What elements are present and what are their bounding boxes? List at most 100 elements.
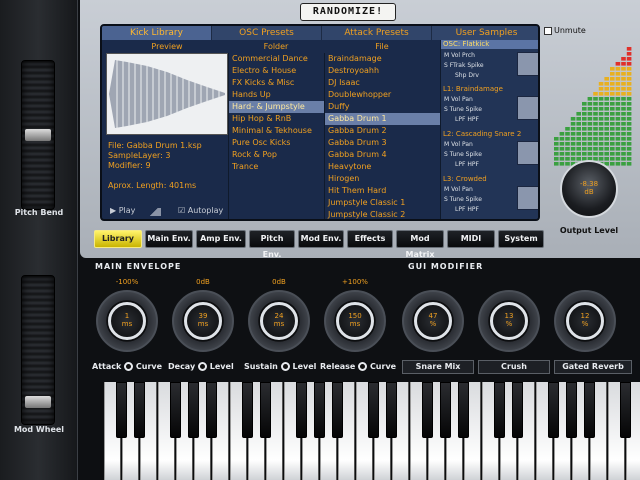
osc-row-1[interactable]: M Vol Prch [444,52,475,60]
black-key[interactable] [440,382,451,438]
env-knob-top-label: 0dB [272,278,286,286]
layer-2-row-3[interactable]: LPF HPF [455,161,479,169]
folder-item[interactable]: Hard- & Jumpstyle [229,101,324,113]
randomize-button[interactable]: RANDOMIZE! [300,3,396,21]
black-key[interactable] [548,382,559,438]
layer-2-title[interactable]: L2: Cascading Snare 2 [441,130,538,139]
file-item[interactable]: Heavytone [325,161,440,173]
black-key[interactable] [260,382,271,438]
layer-1-row-3[interactable]: LPF HPF [455,116,479,124]
nav-button-mod-matrix[interactable]: Mod Matrix [396,230,444,259]
modifier-knob[interactable]: 13% [478,290,540,352]
black-key[interactable] [584,382,595,438]
layer-2-row-2[interactable]: S Tune Spike [444,151,482,159]
black-key[interactable] [134,382,145,438]
osc-wave-thumbnail [517,52,538,76]
env-curve-control[interactable]: Attack Curve [92,362,162,371]
nav-button-mod-env[interactable]: Mod Env. [298,230,344,248]
black-key[interactable] [368,382,379,438]
file-item[interactable]: Gabba Drum 2 [325,125,440,137]
tab-kick-library[interactable]: Kick Library [102,26,212,40]
env-curve-control[interactable]: Sustain Level [244,362,316,371]
tab-user-samples[interactable]: User Samples [432,26,538,40]
black-key[interactable] [170,382,181,438]
output-level-meter [554,47,632,166]
folder-item[interactable]: Electro & House [229,65,324,77]
file-item[interactable]: Duffy [325,101,440,113]
modifier-knob[interactable]: 47% [402,290,464,352]
black-key[interactable] [494,382,505,438]
folder-item[interactable]: Commercial Dance [229,53,324,65]
black-key[interactable] [296,382,307,438]
black-key[interactable] [188,382,199,438]
mod-wheel[interactable] [21,275,55,425]
layer-3-row-1[interactable]: M Vol Pan [444,186,473,194]
black-key[interactable] [386,382,397,438]
folder-item[interactable]: Trance [229,161,324,173]
play-button[interactable]: ▶ Play [110,206,135,215]
black-key[interactable] [512,382,523,438]
osc-title[interactable]: OSC: Flatkick [441,40,538,49]
env-curve-control[interactable]: Release Curve [320,362,396,371]
layer-3-row-3[interactable]: LPF HPF [455,206,479,214]
tab-attack-presets[interactable]: Attack Presets [322,26,432,40]
layer-3-title[interactable]: L3: Crowded [441,175,538,184]
output-level-knob[interactable]: -8.38 dB [560,160,618,218]
black-key[interactable] [458,382,469,438]
file-item[interactable]: Destroyoahh [325,65,440,77]
preview-sample-layer: SampleLayer: 3 [108,151,171,160]
folder-item[interactable]: Pure Osc Kicks [229,137,324,149]
section-nav-bar: Library Main Env. Amp Env. Pitch Env. Mod En… [94,230,546,259]
tab-osc-presets[interactable]: OSC Presets [212,26,322,40]
black-key[interactable] [422,382,433,438]
file-item[interactable]: Jumpstyle Classic 2 [325,209,440,219]
black-key[interactable] [242,382,253,438]
black-key[interactable] [116,382,127,438]
layer-1-row-1[interactable]: M Vol Pan [444,96,473,104]
file-item[interactable]: Gabba Drum 4 [325,149,440,161]
black-key[interactable] [620,382,631,438]
env-knob[interactable]: 24 ms [248,290,310,352]
layer-3-row-2[interactable]: S Tune Spike [444,196,482,204]
nav-button-amp-env[interactable]: Amp Env. [196,230,246,248]
nav-button-effects[interactable]: Effects [347,230,393,248]
folder-item[interactable]: Rock & Pop [229,149,324,161]
black-key[interactable] [314,382,325,438]
preview-volume-slider[interactable] [147,208,161,216]
nav-button-pitch-env[interactable]: Pitch Env. [249,230,295,259]
folder-item[interactable]: Hip Hop & RnB [229,113,324,125]
black-key[interactable] [566,382,577,438]
folder-item[interactable]: Hands Up [229,89,324,101]
nav-button-midi[interactable]: MIDI [447,230,495,248]
file-item[interactable]: DJ Isaac [325,77,440,89]
folder-item[interactable]: Minimal & Tekhouse [229,125,324,137]
pitch-bend-wheel[interactable] [21,60,55,210]
layer-1-title[interactable]: L1: Braindamage [441,85,538,94]
env-knob[interactable]: 1 ms [96,290,158,352]
autoplay-toggle[interactable]: ☑ Autoplay [178,206,223,215]
file-item[interactable]: Hit Them Hard [325,185,440,197]
env-knob[interactable]: 39 ms [172,290,234,352]
nav-button-library[interactable]: Library [94,230,142,248]
osc-row-2[interactable]: S FTrak Spike [444,62,484,70]
black-key[interactable] [332,382,343,438]
file-item[interactable]: Gabba Drum 3 [325,137,440,149]
file-item[interactable]: Hirogen [325,173,440,185]
modifier-knob[interactable]: 12% [554,290,616,352]
device-panel: RANDOMIZE! Kick Library OSC Presets Atta… [80,0,640,259]
layer-2-row-1[interactable]: M Vol Pan [444,141,473,149]
file-item[interactable]: Doublewhopper [325,89,440,101]
file-item[interactable]: Jumpstyle Classic 1 [325,197,440,209]
black-key[interactable] [206,382,217,438]
nav-button-system[interactable]: System [498,230,544,248]
play-label: Play [118,206,136,215]
env-curve-control[interactable]: Decay Level [168,362,234,371]
folder-item[interactable]: FX Kicks & Misc [229,77,324,89]
file-item[interactable]: Gabba Drum 1 [325,113,440,125]
env-knob[interactable]: 150 ms [324,290,386,352]
file-item[interactable]: Braindamage [325,53,440,65]
unmute-toggle[interactable]: Unmute [544,26,586,35]
osc-row-3[interactable]: Shp Drv [455,72,479,80]
layer-1-row-2[interactable]: S Tune Spike [444,106,482,114]
nav-button-main-env[interactable]: Main Env. [145,230,193,248]
